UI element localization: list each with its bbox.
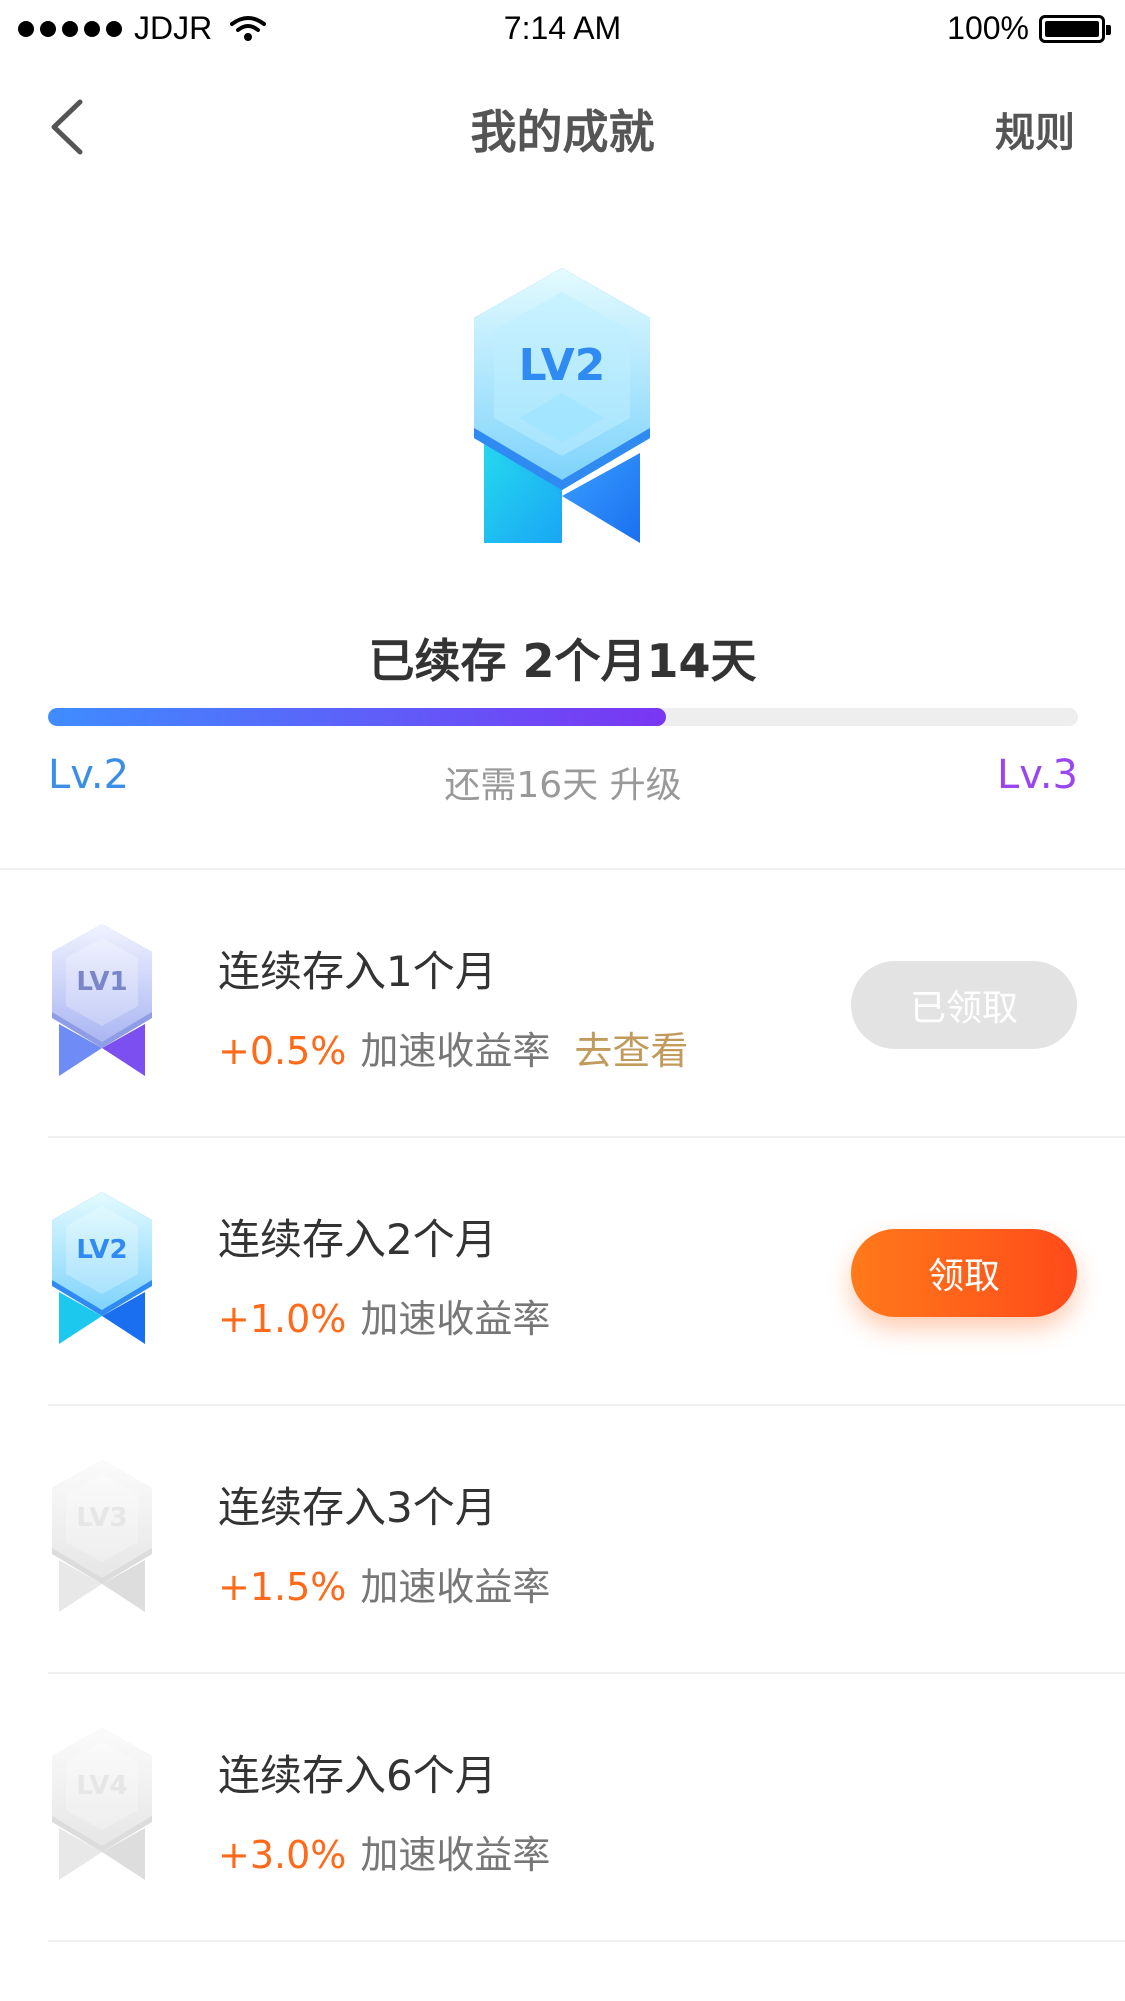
- rules-link[interactable]: 规则: [995, 100, 1075, 158]
- battery-icon: [1039, 14, 1111, 43]
- achievement-title: 连续存入2个月: [218, 1215, 497, 1264]
- claim-button[interactable]: 领取: [851, 1229, 1077, 1317]
- reward-rate: +1.0%: [218, 1297, 347, 1341]
- reward-description: 加速收益率: [360, 1833, 551, 1877]
- level-row: Lv.2 还需16天 升级 Lv.3: [48, 752, 1078, 806]
- battery-percent: 100%: [947, 10, 1029, 46]
- claimed-button[interactable]: 已领取: [851, 961, 1077, 1049]
- achievement-title: 连续存入6个月: [218, 1751, 497, 1800]
- reward-description: 加速收益率: [360, 1297, 551, 1341]
- level-progress-bar: [48, 708, 1078, 726]
- achievement-badge-icon: LV3: [52, 1460, 152, 1612]
- badge-level-label: LV1: [76, 967, 127, 997]
- level-badge-icon: LV2: [474, 268, 650, 543]
- nav-bar: 我的成就 规则: [0, 70, 1125, 180]
- days-to-upgrade: 还需16天 升级: [444, 765, 682, 806]
- achievement-row: LV2 连续存入2个月 +1.0% 加速收益率 领取: [0, 1138, 1125, 1406]
- reward-description: 加速收益率: [360, 1029, 551, 1073]
- reward-rate: +0.5%: [218, 1029, 347, 1073]
- achievement-badge-icon: LV2: [52, 1192, 152, 1344]
- badge-level-label: LV2: [76, 1235, 127, 1265]
- status-right: 100%: [947, 10, 1111, 47]
- achievement-badge-icon: LV4: [52, 1728, 152, 1880]
- level-progress-fill: [48, 708, 666, 726]
- achievement-title: 连续存入3个月: [218, 1483, 497, 1532]
- achievement-reward: +0.5% 加速收益率 去查看: [218, 1020, 688, 1075]
- row-divider: [48, 1940, 1125, 1942]
- badge-level-label: LV4: [76, 1771, 127, 1801]
- achievement-row: LV1 连续存入1个月 +0.5% 加速收益率 去查看 已领取: [0, 870, 1125, 1138]
- achievement-list: LV1 连续存入1个月 +0.5% 加速收益率 去查看 已领取 LV2 连续存入2个月 +…: [0, 870, 1125, 1942]
- view-details-link[interactable]: 去查看: [574, 1029, 688, 1073]
- achievement-reward: +1.0% 加速收益率: [218, 1288, 550, 1343]
- reward-rate: +1.5%: [218, 1565, 347, 1609]
- next-level-label: Lv.3: [996, 752, 1078, 798]
- badge-level-label: LV3: [76, 1503, 127, 1533]
- reward-description: 加速收益率: [360, 1565, 551, 1609]
- reward-rate: +3.0%: [218, 1833, 347, 1877]
- achievement-row: LV4 连续存入6个月 +3.0% 加速收益率: [0, 1674, 1125, 1942]
- achievement-title: 连续存入1个月: [218, 947, 497, 996]
- page-title: 我的成就: [470, 105, 655, 159]
- streak-text: 已续存 2个月14天: [368, 634, 757, 688]
- badge-level-label: LV2: [519, 340, 606, 391]
- status-bar: JDJR 7:14 AM 100%: [0, 0, 1125, 60]
- achievement-row: LV3 连续存入3个月 +1.5% 加速收益率: [0, 1406, 1125, 1674]
- achievement-reward: +1.5% 加速收益率: [218, 1556, 550, 1611]
- achievement-badge-icon: LV1: [52, 924, 152, 1076]
- achievement-reward: +3.0% 加速收益率: [218, 1824, 550, 1879]
